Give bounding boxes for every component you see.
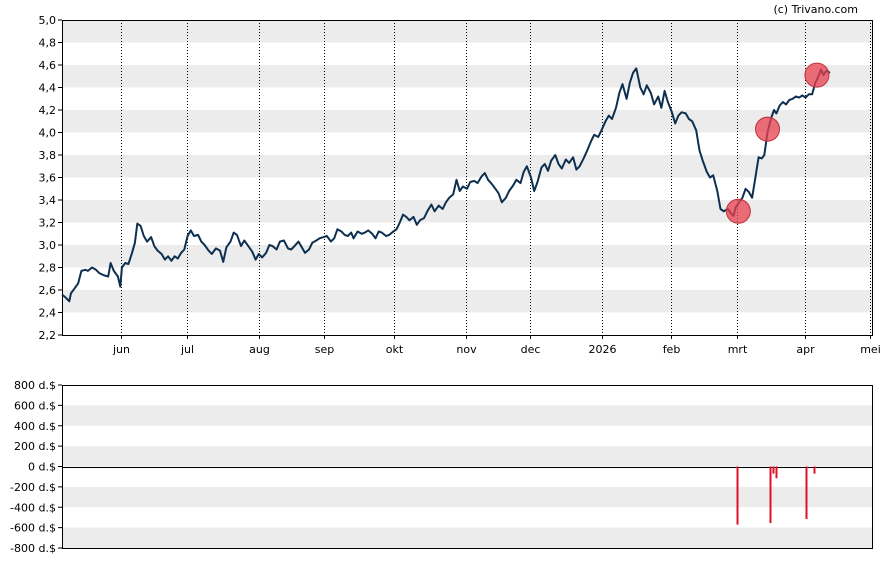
- y-tick-label: -200 d.$: [10, 481, 56, 494]
- grid-band: [62, 405, 872, 426]
- x-tick-label: dec: [521, 343, 541, 356]
- x-tick-label: 2026: [589, 343, 617, 356]
- x-tick-label: nov: [456, 343, 477, 356]
- y-tick-label: 2,4: [39, 307, 57, 320]
- y-tick-label: 5,0: [39, 14, 57, 27]
- y-tick-label: 3,6: [39, 172, 57, 185]
- credit-text: (c) Trivano.com: [773, 3, 858, 16]
- grid-band: [62, 486, 872, 508]
- x-tick-label: feb: [663, 343, 681, 356]
- y-tick-label: 4,2: [39, 104, 57, 117]
- y-tick-label: 3,2: [39, 217, 57, 230]
- x-tick-label: aug: [249, 343, 270, 356]
- x-tick-label: sep: [315, 343, 334, 356]
- x-tick-label: mrt: [728, 343, 748, 356]
- x-tick-label: okt: [386, 343, 404, 356]
- chart-canvas: (c) Trivano.com 2,2 2,4 2,6 2,8 3,0 3,2 3,4 3,6…: [10, 3, 881, 555]
- x-tick-label: apr: [796, 343, 815, 356]
- x-tick-label: jun: [112, 343, 130, 356]
- y-tick-label: -400 d.$: [10, 501, 56, 514]
- volume-chart: 800 d.$ 600 d.$ 400 d.$ 200 d.$ 0 d.$ -200 d.…: [10, 379, 873, 555]
- y-tick-label: 2,2: [39, 329, 57, 342]
- y-tick-label: -600 d.$: [10, 522, 56, 535]
- y-tick-label: 4,0: [39, 127, 57, 140]
- x-tick-label: mei: [860, 343, 881, 356]
- y-tick-label: 400 d.$: [14, 420, 56, 433]
- y-tick-label: 600 d.$: [14, 399, 56, 412]
- y-tick-label: 3,0: [39, 239, 57, 252]
- price-chart: 2,2 2,4 2,6 2,8 3,0 3,2 3,4 3,6 3,8 4,0 4,2 4,4 4,6 4…: [39, 14, 881, 356]
- y-tick-label: 4,6: [39, 59, 57, 72]
- grid-band: [62, 446, 872, 467]
- y-tick-label: 4,8: [39, 37, 57, 50]
- y-tick-label: 3,4: [39, 194, 57, 207]
- event-marker: [755, 116, 781, 142]
- y-tick-label: 200 d.$: [14, 440, 56, 453]
- y-tick-label: 2,6: [39, 284, 57, 297]
- y-tick-label: 4,4: [39, 82, 57, 95]
- grid-band: [62, 527, 872, 548]
- event-marker: [725, 198, 751, 224]
- y-tick-label: 800 d.$: [14, 379, 56, 392]
- y-tick-label: 3,8: [39, 149, 57, 162]
- event-marker: [804, 62, 830, 88]
- x-tick-label: jul: [180, 343, 194, 356]
- y-tick-label: 0 d.$: [28, 461, 56, 474]
- y-tick-label: 2,8: [39, 262, 57, 275]
- y-tick-label: -800 d.$: [10, 542, 56, 555]
